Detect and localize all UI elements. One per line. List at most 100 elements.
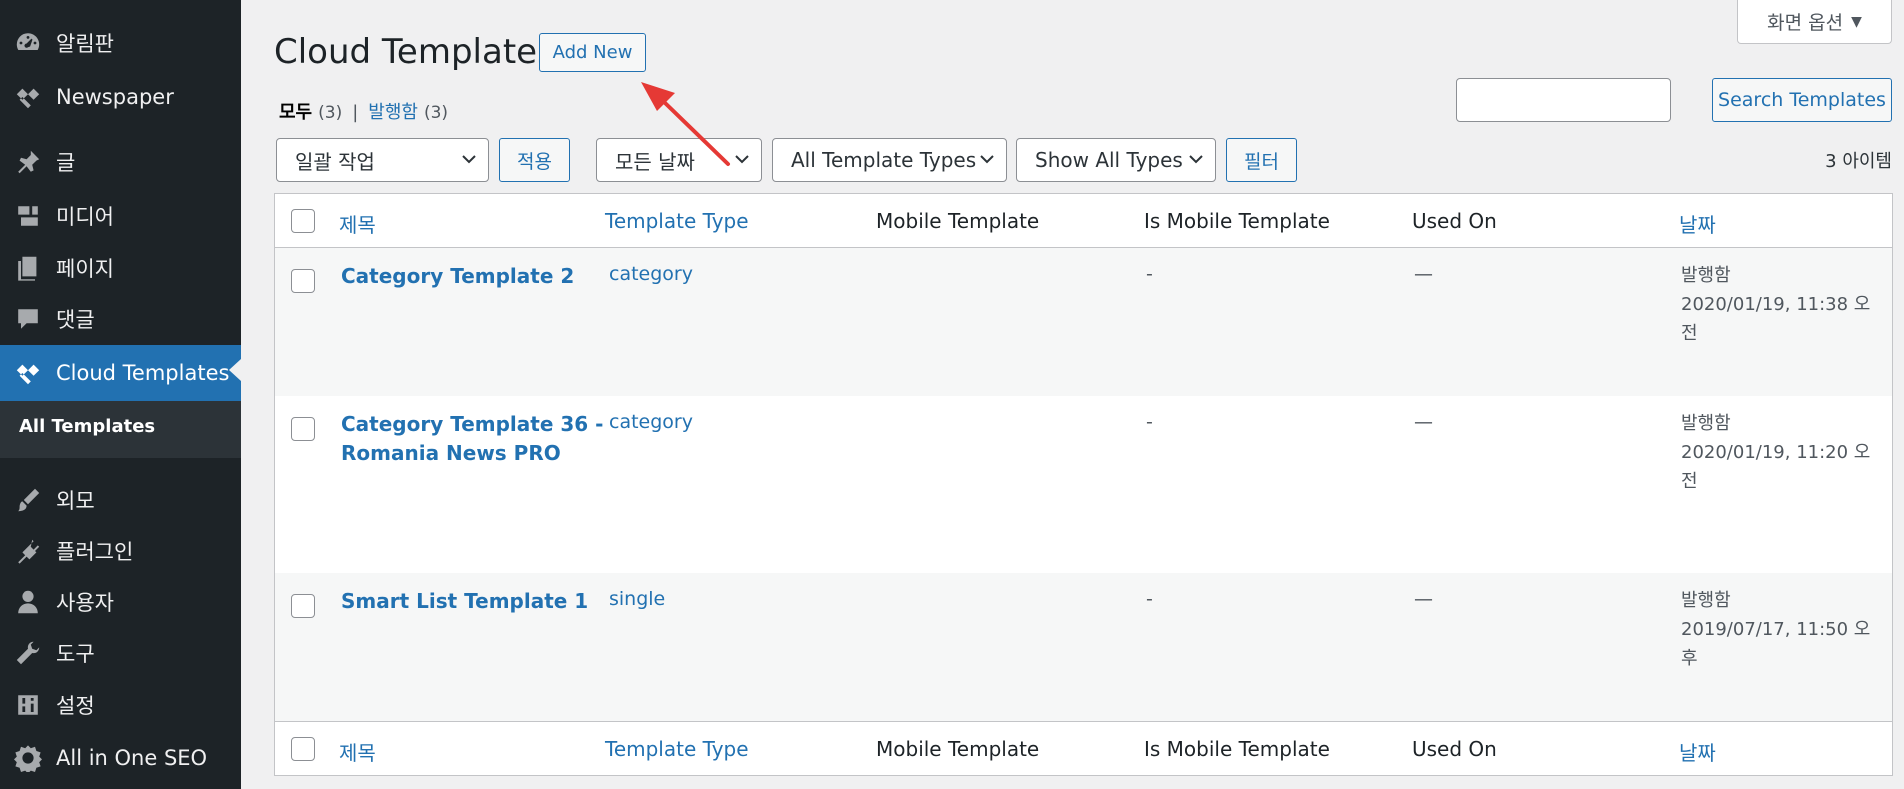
sidebar-item-label: 미디어 [56,205,114,229]
sidebar-item-label: 글 [56,151,76,175]
row-checkbox[interactable] [291,594,315,618]
sidebar-item-pages[interactable]: 페이지 [0,243,241,293]
sidebar-item-dashboard[interactable]: 알림판 [0,18,241,68]
template-title-link[interactable]: Smart List Template 1 [341,587,588,616]
column-title[interactable]: 제목 [339,209,376,238]
date-text: 2020/01/19, 11:38 오 [1681,294,1871,315]
template-title-link[interactable]: Category Template 36 - Romania News PRO [341,410,603,468]
used-on-value: — [1414,588,1433,610]
sidebar-item-label: 플러그인 [56,540,134,564]
template-type-value: All Template Types [791,148,977,172]
sidebar-item-users[interactable]: 사용자 [0,577,241,627]
show-types-select[interactable]: Show All Types [1016,138,1216,182]
sidebar-item-media[interactable]: 미디어 [0,191,241,241]
sidebar-item-label: Newspaper [56,85,174,109]
media-icon [0,202,56,230]
view-all-link[interactable]: 모두 [279,98,312,124]
view-published-link[interactable]: 발행함 [368,98,418,124]
column-template-type[interactable]: Template Type [605,737,749,761]
row-checkbox[interactable] [291,269,315,293]
column-date[interactable]: 날짜 [1679,737,1716,766]
sidebar-item-comments[interactable]: 댓글 [0,294,241,344]
sidebar-item-label: 외모 [56,489,95,513]
user-icon [0,588,56,616]
template-type-link[interactable]: category [609,411,693,433]
pin-icon [0,148,56,176]
sidebar-item-cloud-templates[interactable]: Cloud Templates [0,345,241,401]
sidebar-item-plugins[interactable]: 플러그인 [0,526,241,576]
date-text: 2020/01/19, 11:20 오 [1681,442,1871,463]
sidebar-item-label: 설정 [56,694,95,718]
column-is-mobile-template: Is Mobile Template [1144,737,1330,761]
view-separator: | [352,102,359,123]
column-template-type[interactable]: Template Type [605,209,749,233]
submenu-item-all-templates[interactable]: All Templates [19,416,155,437]
sidebar-item-label: Cloud Templates [56,361,230,385]
chevron-down-icon [980,155,994,164]
table-header: 제목 Template Type Mobile Template Is Mobi… [275,194,1892,248]
date-cell: 발행함 2020/01/19, 11:38 오 전 [1681,261,1871,348]
table-row: Category Template 36 - Romania News PRO … [275,396,1892,573]
template-title-link[interactable]: Category Template 2 [341,262,574,291]
bulk-action-select[interactable]: 일괄 작업 [276,138,489,182]
page-icon [0,254,56,282]
table-footer: 제목 Template Type Mobile Template Is Mobi… [275,721,1892,775]
search-templates-button[interactable]: Search Templates [1712,78,1892,122]
date-text-cont: 전 [1681,323,1698,344]
column-used-on: Used On [1412,209,1497,233]
date-text-cont: 전 [1681,471,1698,492]
dashboard-icon [0,29,56,57]
template-type-link[interactable]: category [609,263,693,285]
is-mobile-value: - [1146,411,1153,433]
settings-icon [0,691,56,719]
sidebar-item-all-in-one-seo[interactable]: All in One SEO [0,733,241,783]
apply-button[interactable]: 적용 [499,138,570,182]
chevron-down-icon [462,155,476,164]
date-cell: 발행함 2020/01/19, 11:20 오 전 [1681,409,1871,496]
seo-icon [0,744,56,772]
sidebar-item-settings[interactable]: 설정 [0,680,241,730]
date-text: 2019/07/17, 11:50 오 [1681,619,1871,640]
sidebar-item-appearance[interactable]: 외모 [0,475,241,525]
used-on-value: — [1414,411,1433,433]
chevron-down-icon [1189,155,1203,164]
select-all-checkbox-footer[interactable] [291,737,315,761]
screen-options-button[interactable]: 화면 옵션 ▼ [1737,0,1892,44]
used-on-value: — [1414,263,1433,285]
column-mobile-template: Mobile Template [876,737,1040,761]
column-title[interactable]: 제목 [339,737,376,766]
main-content: Cloud Templates Add New 화면 옵션 ▼ Search T… [241,0,1904,789]
view-filters: 모두 (3) | 발행함 (3) [279,98,448,124]
admin-sidebar: 알림판 Newspaper 글 미디어 페이지 댓글 Cloud Templat… [0,0,241,789]
sidebar-item-label: 댓글 [56,308,95,332]
template-type-select[interactable]: All Template Types [772,138,1007,182]
sidebar-item-posts[interactable]: 글 [0,137,241,187]
chevron-down-icon [735,155,749,164]
sidebar-item-label: 사용자 [56,591,114,615]
add-new-button[interactable]: Add New [539,33,646,72]
cloud-templates-submenu: All Templates [0,401,241,458]
column-is-mobile-template: Is Mobile Template [1144,209,1330,233]
filter-button[interactable]: 필터 [1226,138,1297,182]
row-checkbox[interactable] [291,417,315,441]
screen-options-label: 화면 옵션 [1767,12,1844,34]
template-type-link[interactable]: single [609,588,665,610]
column-mobile-template: Mobile Template [876,209,1040,233]
newspaper-icon [0,83,56,111]
date-filter-value: 모든 날짜 [615,149,695,174]
sidebar-item-tools[interactable]: 도구 [0,628,241,678]
bulk-action-value: 일괄 작업 [295,149,375,174]
sidebar-item-label: 도구 [56,642,95,666]
date-cell: 발행함 2019/07/17, 11:50 오 후 [1681,586,1871,673]
sidebar-item-label: 알림판 [56,32,114,56]
sidebar-item-newspaper[interactable]: Newspaper [0,72,241,122]
select-all-checkbox[interactable] [291,209,315,233]
wrench-icon [0,639,56,667]
status-text: 발행함 [1681,265,1731,286]
status-text: 발행함 [1681,413,1731,434]
date-filter-select[interactable]: 모든 날짜 [596,138,762,182]
search-input[interactable] [1456,78,1671,122]
column-date[interactable]: 날짜 [1679,209,1716,238]
item-count: 3 아이템 [1825,151,1892,172]
comment-icon [0,305,56,333]
